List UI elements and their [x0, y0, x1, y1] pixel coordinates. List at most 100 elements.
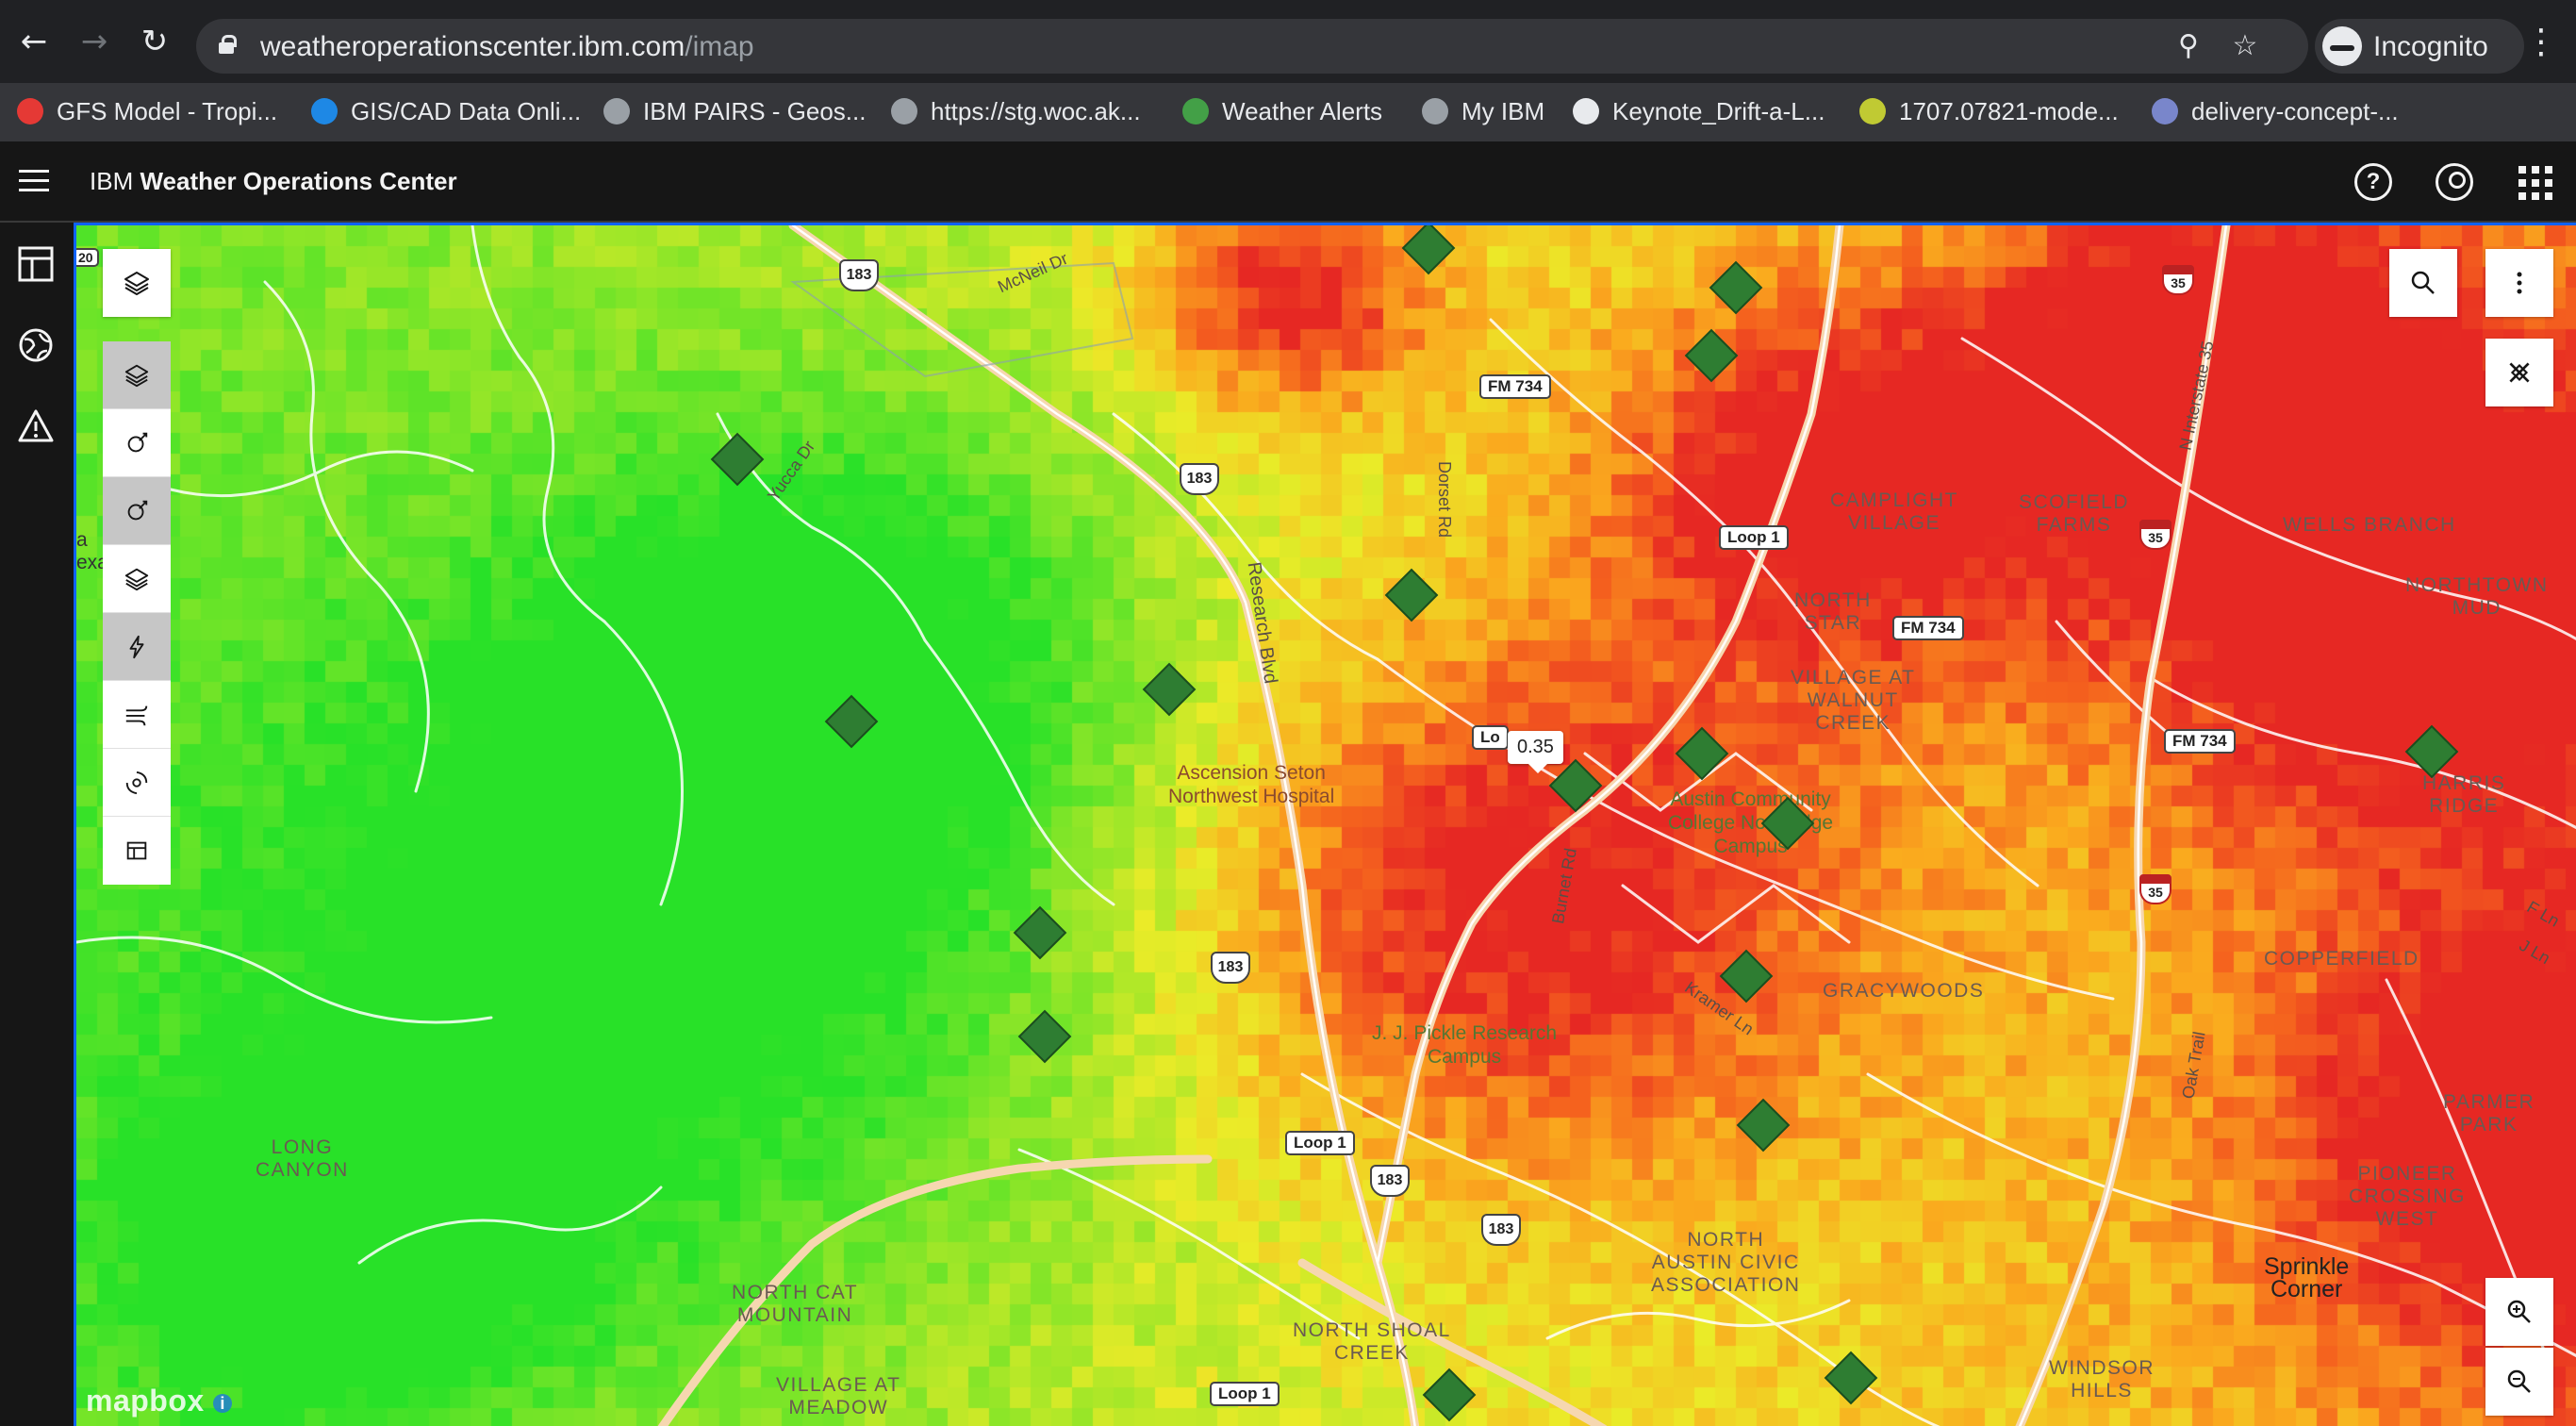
- lock-icon[interactable]: [219, 35, 237, 54]
- bookmark-gis-cad[interactable]: GIS/CAD Data Onli...: [311, 91, 581, 132]
- highway-shield-183: 183: [1481, 1214, 1521, 1246]
- incognito-label: Incognito: [2373, 31, 2488, 62]
- bookmark-favicon: [2152, 98, 2178, 124]
- interstate-shield-35: 35: [2162, 265, 2194, 295]
- browser-menu-icon[interactable]: ⋮: [2524, 23, 2558, 64]
- mapbox-attribution[interactable]: mapbox i: [86, 1384, 233, 1418]
- bookmark-favicon: [17, 98, 43, 124]
- satellite-icon: [127, 500, 148, 520]
- left-nav-rail: [0, 223, 74, 1426]
- url-text[interactable]: weatheroperationscenter.ibm.com/imap: [260, 31, 754, 63]
- wind-icon: [125, 705, 148, 725]
- bookmark-label: Keynote_Drift-a-L...: [1612, 96, 1825, 125]
- zoom-in-icon: [2507, 1300, 2531, 1323]
- tool-satellite-active[interactable]: [103, 477, 171, 545]
- bookmark-label: https://stg.woc.ak...: [931, 96, 1141, 125]
- bookmarks-bar: GFS Model - Tropi... GIS/CAD Data Onli..…: [0, 83, 2576, 141]
- area-label-north-shoal-creek: NORTH SHOAL CREEK: [1293, 1319, 1451, 1364]
- table-icon: [126, 841, 147, 860]
- search-icon: [2411, 271, 2435, 294]
- area-label-long-canyon: LONG CANYON: [256, 1136, 349, 1181]
- interstate-shield-35: 35: [2139, 520, 2171, 550]
- area-label-village-at-meadow: VILLAGE AT MEADOW: [776, 1374, 901, 1418]
- bookmark-label: My IBM: [1461, 96, 1545, 125]
- bookmark-favicon: [311, 98, 338, 124]
- area-label-camplight-village: CAMPLIGHT VILLAGE: [1830, 489, 1959, 534]
- area-label-scofield-farms: SCOFIELD FARMS: [2019, 491, 2130, 536]
- bookmark-star-icon[interactable]: ☆: [2229, 30, 2261, 62]
- app-title[interactable]: IBM Weather Operations Center: [90, 167, 457, 196]
- area-label-copperfield: COPPERFIELD: [2264, 948, 2419, 970]
- address-bar[interactable]: weatheroperationscenter.ibm.com/imap ⚲ ☆: [196, 19, 2308, 74]
- bookmark-keynote-drift[interactable]: Keynote_Drift-a-L...: [1573, 91, 1825, 132]
- layer-toolbar: [103, 341, 171, 885]
- dashboard-icon[interactable]: [17, 245, 55, 283]
- help-icon[interactable]: ?: [2354, 163, 2392, 201]
- edge-shield: 20: [76, 248, 99, 267]
- tool-wind[interactable]: [103, 681, 171, 749]
- zoom-icon[interactable]: ⚲: [2172, 30, 2204, 62]
- tool-satellite[interactable]: [103, 409, 171, 477]
- poi-hospital[interactable]: Ascension Seton Northwest Hospital: [1168, 761, 1334, 808]
- bookmark-stg-woc[interactable]: https://stg.woc.ak...: [891, 91, 1141, 132]
- area-label-north-star: NORTH STAR: [1794, 589, 1872, 634]
- road-shield-fm734: FM 734: [2164, 729, 2236, 754]
- bookmark-weather-alerts[interactable]: Weather Alerts: [1182, 91, 1382, 132]
- bookmark-my-ibm[interactable]: My IBM: [1422, 91, 1544, 132]
- area-label-windsor-hills: WINDSOR HILLS: [2049, 1357, 2155, 1401]
- layers-button[interactable]: [103, 249, 171, 317]
- area-label-harris-ridge: HARRIS RIDGE: [2422, 772, 2506, 817]
- tool-lightning[interactable]: [103, 613, 171, 681]
- info-icon[interactable]: i: [213, 1393, 233, 1413]
- alert-icon[interactable]: [17, 407, 55, 445]
- tool-data-table[interactable]: [103, 817, 171, 885]
- road-shield-loop1: Loop 1: [1285, 1131, 1355, 1155]
- poi-pickle-research-campus[interactable]: J. J. Pickle Research Campus: [1372, 1021, 1557, 1069]
- zoom-out-button[interactable]: [2485, 1348, 2553, 1416]
- app-switcher-icon[interactable]: [2516, 163, 2553, 201]
- bookmark-1707-model[interactable]: 1707.07821-mode...: [1859, 91, 2119, 132]
- area-label-north-cat-mountain: NORTH CAT MOUNTAIN: [732, 1282, 859, 1326]
- tool-layers[interactable]: [103, 341, 171, 409]
- tools-button[interactable]: [2485, 339, 2553, 406]
- map-canvas[interactable]: LONG CANYON NORTH CAT MOUNTAIN VILLAGE AT M…: [74, 223, 2576, 1426]
- lightning-icon: [129, 635, 144, 658]
- user-profile-icon[interactable]: [2436, 163, 2473, 201]
- layers-icon: [124, 272, 149, 295]
- bookmark-favicon: [1573, 98, 1599, 124]
- tool-storm[interactable]: [103, 749, 171, 817]
- bookmark-ibm-pairs[interactable]: IBM PAIRS - Geos...: [603, 91, 866, 132]
- value-tooltip: 0.35: [1508, 731, 1563, 773]
- mapbox-logo-text: mapbox: [86, 1384, 205, 1418]
- tools-icon: [2509, 362, 2530, 383]
- browser-toolbar: ← → ↻ weatheroperationscenter.ibm.com/im…: [0, 0, 2576, 91]
- map-search-button[interactable]: [2389, 249, 2457, 317]
- bookmark-label: GIS/CAD Data Onli...: [351, 96, 582, 125]
- bookmark-delivery-concept[interactable]: delivery-concept-...: [2152, 91, 2399, 132]
- area-label-wells-branch: WELLS BRANCH: [2283, 514, 2456, 536]
- incognito-profile-button[interactable]: Incognito: [2315, 19, 2524, 74]
- highway-shield-183: 183: [1370, 1165, 1410, 1197]
- globe-icon[interactable]: [17, 326, 55, 364]
- forward-icon[interactable]: →: [75, 23, 113, 60]
- url-host: weatheroperationscenter.ibm.com: [260, 31, 685, 62]
- reload-icon[interactable]: ↻: [136, 23, 173, 60]
- app-header: IBM Weather Operations Center ?: [0, 141, 2576, 223]
- area-label-pioneer-crossing-west: PIONEER CROSSING WEST: [2349, 1163, 2467, 1230]
- road-shield-loop1: Loop 1: [1210, 1382, 1280, 1406]
- edge-label-a: a: [76, 529, 88, 551]
- bookmark-label: delivery-concept-...: [2191, 96, 2399, 125]
- menu-icon[interactable]: [19, 170, 49, 192]
- back-icon[interactable]: ←: [15, 23, 53, 60]
- bookmark-label: 1707.07821-mode...: [1899, 96, 2119, 125]
- app-name: Weather Operations Center: [140, 167, 457, 195]
- tool-overlays[interactable]: [103, 545, 171, 613]
- incognito-icon: [2322, 26, 2362, 66]
- area-label-northtown-mud: NORTHTOWN MUD: [2405, 574, 2549, 619]
- bookmark-gfs-model[interactable]: GFS Model - Tropi...: [17, 91, 277, 132]
- map-overflow-menu-button[interactable]: [2485, 249, 2553, 317]
- layers-icon: [124, 568, 149, 590]
- bookmark-label: Weather Alerts: [1222, 96, 1383, 125]
- zoom-in-button[interactable]: [2485, 1278, 2553, 1346]
- highway-shield-183: 183: [1211, 952, 1250, 984]
